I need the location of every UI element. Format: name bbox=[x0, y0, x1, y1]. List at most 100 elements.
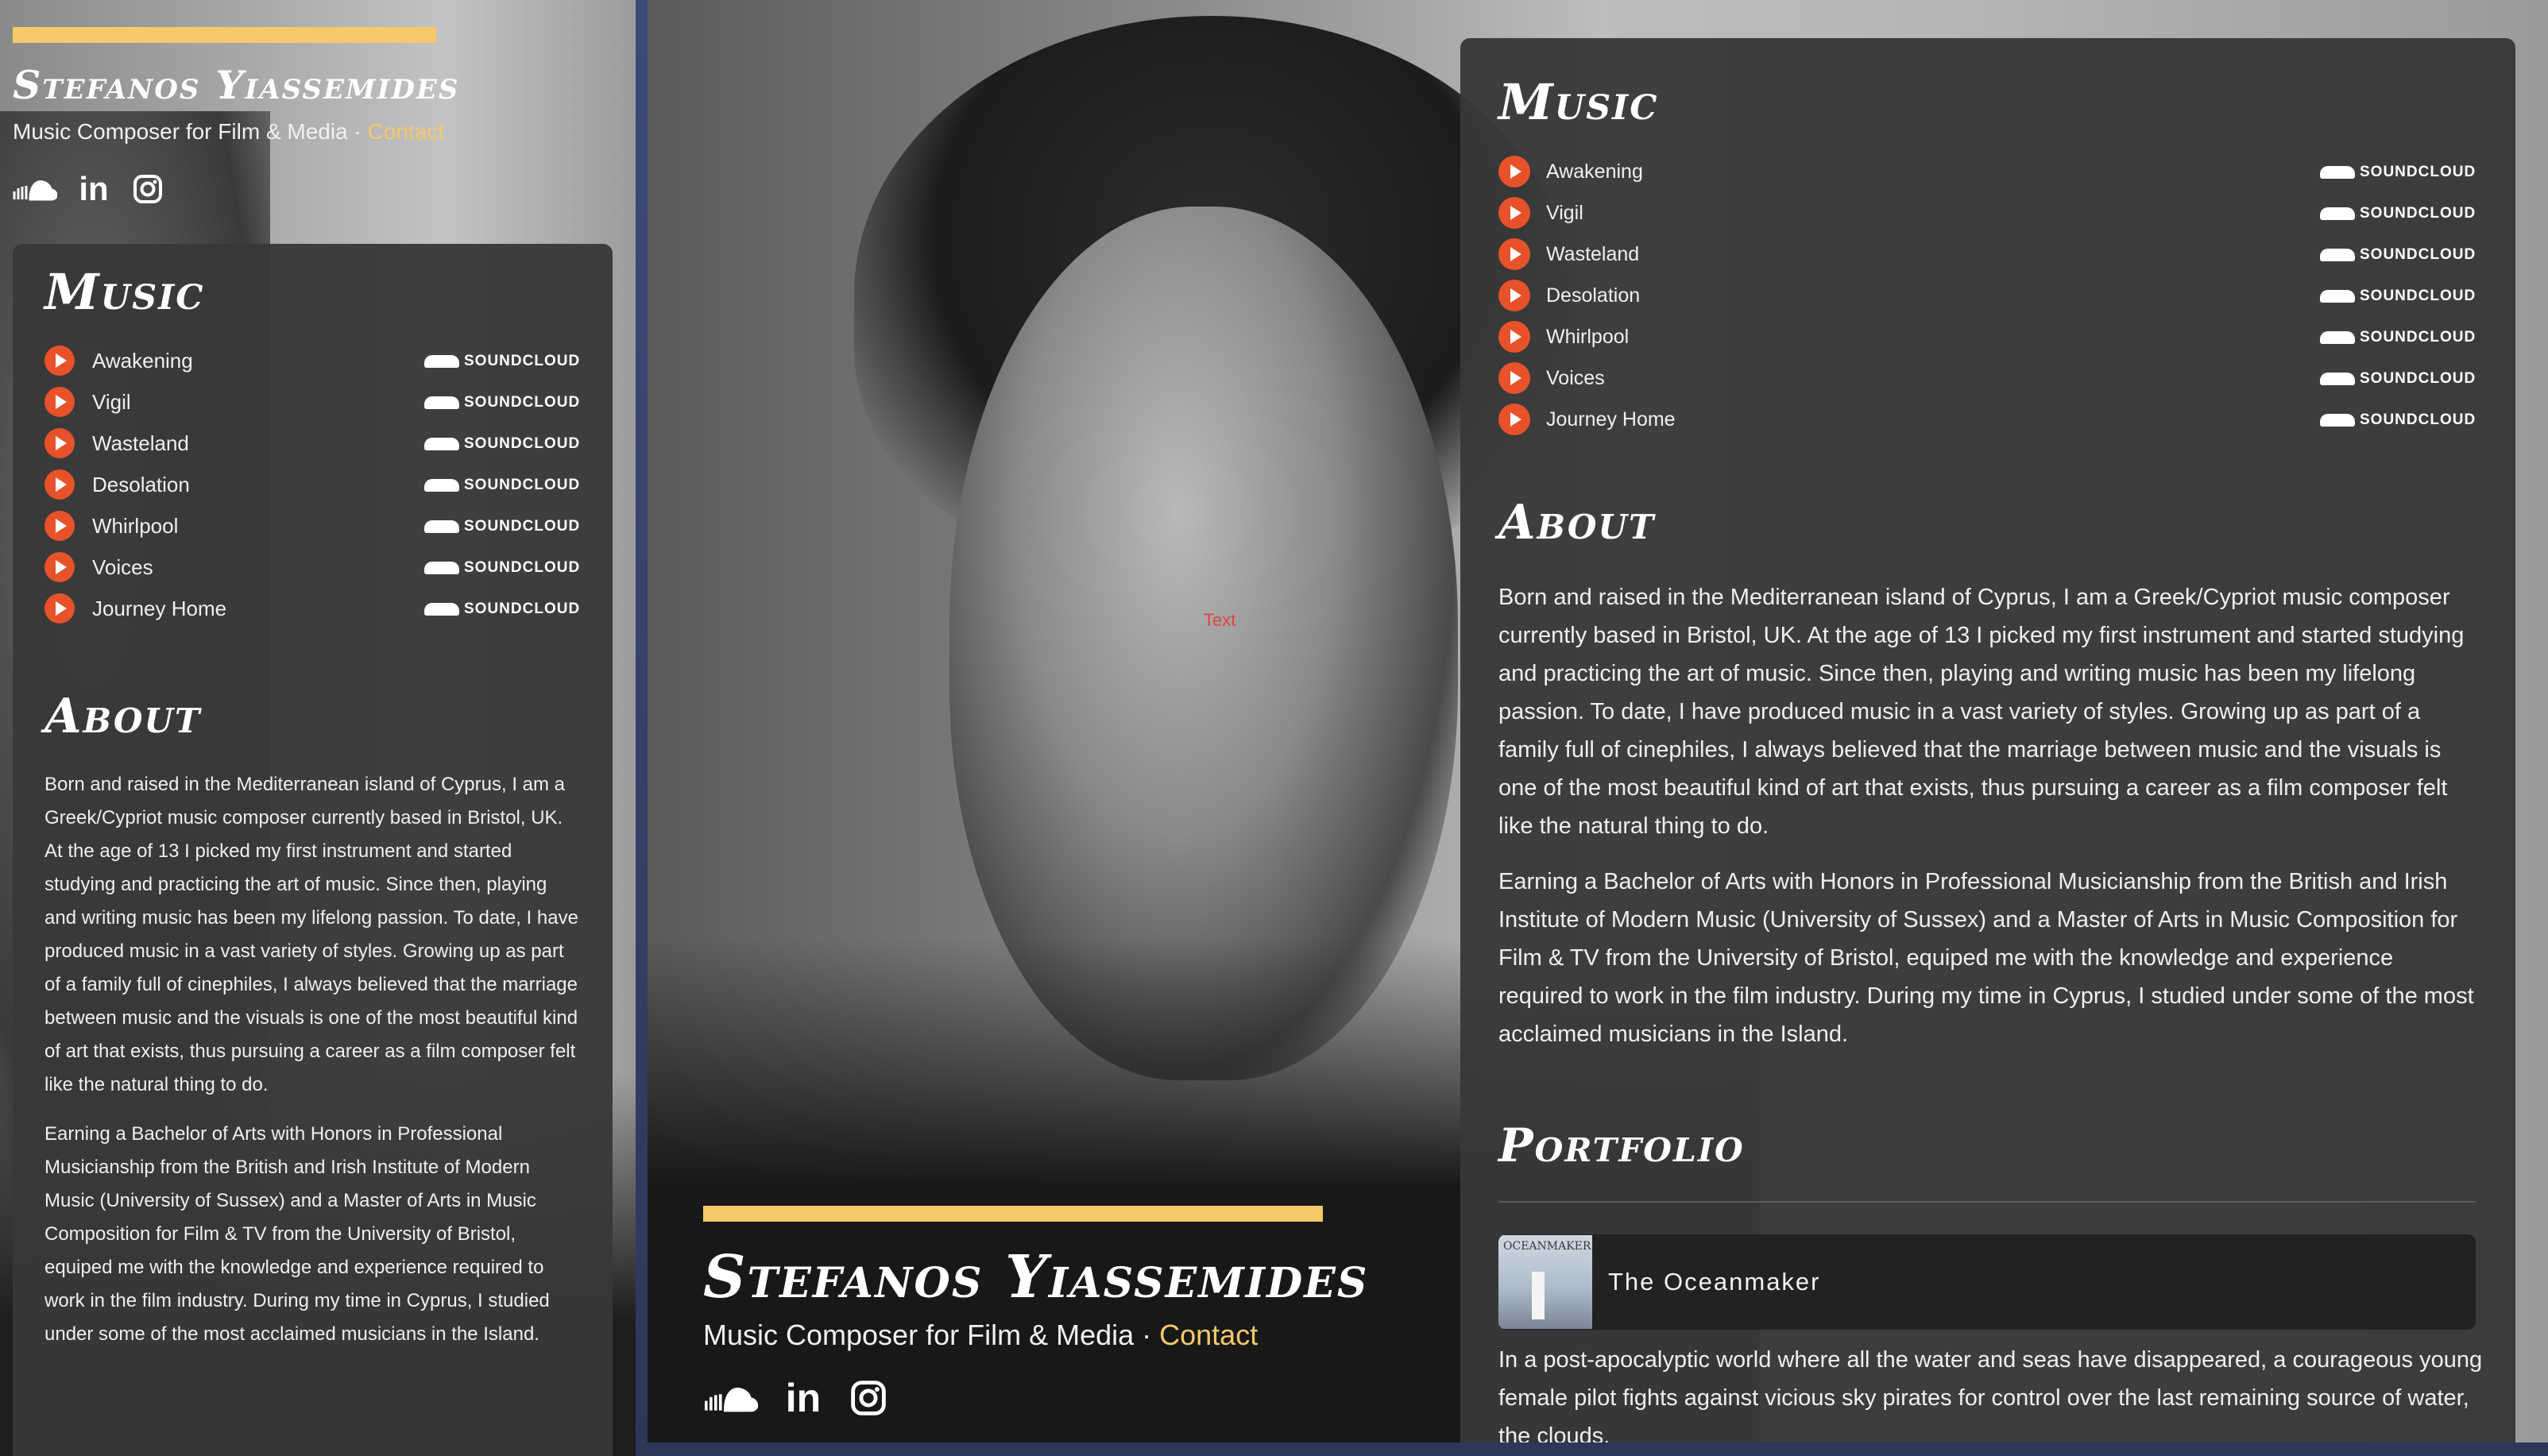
play-icon[interactable] bbox=[44, 552, 75, 582]
soundcloud-link[interactable]: SOUNDCLOUD bbox=[424, 559, 580, 577]
linkedin-icon[interactable]: in bbox=[76, 170, 111, 207]
music-heading: Music bbox=[1498, 73, 1659, 131]
track-row[interactable]: Awakening bbox=[44, 346, 193, 376]
tagline: Music Composer for Film & Media bbox=[13, 119, 348, 144]
soundcloud-icon bbox=[424, 438, 459, 450]
play-icon[interactable] bbox=[1498, 321, 1530, 353]
soundcloud-icon[interactable] bbox=[703, 1377, 759, 1419]
track-title[interactable]: Whirlpool bbox=[1546, 326, 1629, 349]
soundcloud-link[interactable]: SOUNDCLOUD bbox=[2320, 288, 2476, 305]
instagram-icon[interactable] bbox=[848, 1377, 889, 1419]
track-row[interactable]: Whirlpool bbox=[1498, 321, 1629, 353]
track-row[interactable]: Vigil bbox=[44, 387, 131, 417]
play-icon[interactable] bbox=[44, 387, 75, 417]
soundcloud-label: SOUNDCLOUD bbox=[464, 394, 581, 411]
soundcloud-link[interactable]: SOUNDCLOUD bbox=[2320, 370, 2476, 388]
track-title[interactable]: Wasteland bbox=[92, 431, 189, 456]
track-title[interactable]: Desolation bbox=[1546, 284, 1640, 307]
play-icon[interactable] bbox=[44, 346, 75, 376]
play-icon[interactable] bbox=[44, 593, 75, 624]
soundcloud-link[interactable]: SOUNDCLOUD bbox=[2320, 411, 2476, 429]
soundcloud-link[interactable]: SOUNDCLOUD bbox=[424, 435, 580, 453]
site-subtitle: Music Composer for Film & Media · Contac… bbox=[703, 1319, 1258, 1352]
about-paragraph: Earning a Bachelor of Arts with Honors i… bbox=[44, 1123, 550, 1345]
soundcloud-label: SOUNDCLOUD bbox=[2360, 411, 2476, 428]
track-row[interactable]: Vigil bbox=[1498, 197, 1583, 229]
content-card: Music Awakening Vigil Wasteland Desolati… bbox=[1460, 38, 2515, 1456]
play-icon[interactable] bbox=[1498, 362, 1530, 394]
track-title[interactable]: Vigil bbox=[1546, 202, 1583, 225]
track-title[interactable]: Voices bbox=[1546, 367, 1605, 390]
track-title[interactable]: Awakening bbox=[1546, 160, 1643, 183]
about-paragraph: Earning a Bachelor of Arts with Honors i… bbox=[1498, 869, 2474, 1047]
portfolio-title[interactable]: The Oceanmaker bbox=[1608, 1268, 1821, 1296]
instagram-icon[interactable] bbox=[130, 172, 165, 207]
soundcloud-link[interactable]: SOUNDCLOUD bbox=[2320, 164, 2476, 181]
bottom-edge bbox=[648, 1442, 2548, 1456]
play-icon[interactable] bbox=[1498, 280, 1530, 311]
soundcloud-icon bbox=[424, 479, 459, 492]
soundcloud-link[interactable]: SOUNDCLOUD bbox=[424, 518, 580, 535]
track-title[interactable]: Desolation bbox=[92, 473, 190, 497]
portfolio-item[interactable]: OCEANMAKER The Oceanmaker bbox=[1498, 1234, 2476, 1330]
track-row[interactable]: Awakening bbox=[1498, 156, 1643, 187]
contact-link[interactable]: Contact bbox=[368, 119, 445, 144]
track-title[interactable]: Voices bbox=[92, 555, 153, 580]
soundcloud-icon bbox=[2320, 249, 2355, 261]
track-title[interactable]: Awakening bbox=[92, 349, 193, 373]
social-links: in bbox=[703, 1376, 889, 1420]
soundcloud-link[interactable]: SOUNDCLOUD bbox=[2320, 205, 2476, 222]
separator: · bbox=[347, 119, 368, 144]
play-icon[interactable] bbox=[1498, 197, 1530, 229]
play-icon[interactable] bbox=[44, 511, 75, 541]
soundcloud-label: SOUNDCLOUD bbox=[464, 353, 581, 369]
track-row[interactable]: Desolation bbox=[1498, 280, 1640, 311]
track-row[interactable]: Desolation bbox=[44, 469, 190, 500]
soundcloud-link[interactable]: SOUNDCLOUD bbox=[424, 353, 580, 370]
track-title[interactable]: Vigil bbox=[92, 390, 131, 415]
track-title[interactable]: Journey Home bbox=[92, 597, 226, 621]
soundcloud-icon bbox=[2320, 290, 2355, 303]
soundcloud-link[interactable]: SOUNDCLOUD bbox=[424, 477, 580, 494]
soundcloud-label: SOUNDCLOUD bbox=[464, 435, 581, 452]
soundcloud-label: SOUNDCLOUD bbox=[2360, 205, 2476, 222]
play-icon[interactable] bbox=[44, 469, 75, 500]
track-row[interactable]: Journey Home bbox=[1498, 404, 1676, 435]
site-title: Stefanos Yiassemides bbox=[13, 62, 460, 108]
track-row[interactable]: Voices bbox=[1498, 362, 1605, 394]
track-row[interactable]: Whirlpool bbox=[44, 511, 178, 541]
header-accent-bar bbox=[13, 27, 436, 43]
track-row[interactable]: Journey Home bbox=[44, 593, 226, 624]
soundcloud-label: SOUNDCLOUD bbox=[2360, 370, 2476, 387]
track-title[interactable]: Whirlpool bbox=[92, 514, 178, 539]
soundcloud-icon bbox=[424, 520, 459, 533]
track-title[interactable]: Wasteland bbox=[1546, 243, 1639, 266]
play-icon[interactable] bbox=[44, 428, 75, 458]
track-row[interactable]: Voices bbox=[44, 552, 153, 582]
linkedin-icon[interactable]: in bbox=[783, 1376, 824, 1420]
tagline: Music Composer for Film & Media bbox=[703, 1319, 1135, 1351]
soundcloud-label: SOUNDCLOUD bbox=[2360, 329, 2476, 346]
soundcloud-icon bbox=[2320, 331, 2355, 344]
portfolio-thumbnail[interactable]: OCEANMAKER bbox=[1498, 1235, 1592, 1329]
contact-link[interactable]: Contact bbox=[1159, 1319, 1258, 1351]
soundcloud-label: SOUNDCLOUD bbox=[464, 518, 581, 535]
play-icon[interactable] bbox=[1498, 404, 1530, 435]
soundcloud-link[interactable]: SOUNDCLOUD bbox=[2320, 246, 2476, 264]
track-row[interactable]: Wasteland bbox=[44, 428, 189, 458]
soundcloud-link[interactable]: SOUNDCLOUD bbox=[424, 394, 580, 411]
track-title[interactable]: Journey Home bbox=[1546, 408, 1676, 431]
content-card: Music Awakening Vigil Wasteland Desolati… bbox=[13, 244, 613, 1456]
track-row[interactable]: Wasteland bbox=[1498, 238, 1639, 270]
soundcloud-icon[interactable] bbox=[13, 172, 57, 207]
soundcloud-icon bbox=[424, 355, 459, 368]
soundcloud-icon bbox=[2320, 207, 2355, 220]
soundcloud-label: SOUNDCLOUD bbox=[2360, 288, 2476, 304]
play-icon[interactable] bbox=[1498, 238, 1530, 270]
soundcloud-link[interactable]: SOUNDCLOUD bbox=[2320, 329, 2476, 346]
soundcloud-icon bbox=[2320, 166, 2355, 179]
play-icon[interactable] bbox=[1498, 156, 1530, 187]
soundcloud-link[interactable]: SOUNDCLOUD bbox=[424, 601, 580, 618]
site-subtitle: Music Composer for Film & Media · Contac… bbox=[13, 119, 444, 145]
soundcloud-label: SOUNDCLOUD bbox=[464, 477, 581, 493]
